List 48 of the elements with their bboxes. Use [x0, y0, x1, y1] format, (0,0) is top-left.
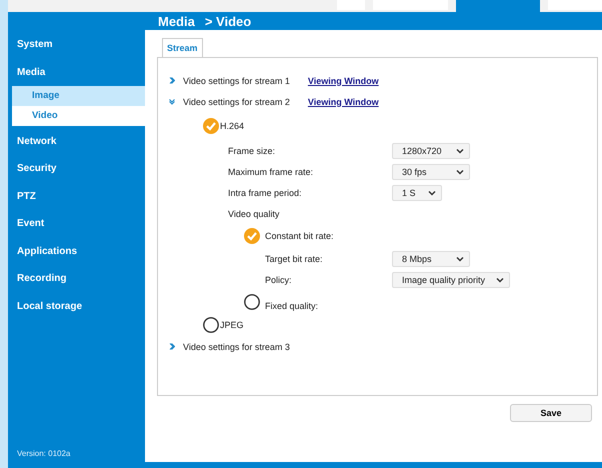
save-button[interactable]: Save: [510, 404, 592, 422]
sidebar-item[interactable]: Local storage: [10, 300, 145, 327]
sidebar-subitem[interactable]: Video: [12, 106, 145, 126]
chevron-down-icon[interactable]: [169, 98, 175, 105]
dropdown[interactable]: Image quality priority: [392, 272, 510, 288]
chevron-right-icon[interactable]: [169, 77, 175, 84]
stream-label: Video settings for stream 3: [183, 342, 290, 352]
sidebar-item[interactable]: Recording: [10, 272, 145, 300]
caret-icon: [428, 190, 436, 196]
field-label: Intra frame period:: [228, 188, 303, 198]
caret-icon: [496, 276, 504, 282]
stream-label: Video settings for stream 2: [183, 96, 290, 106]
tab[interactable]: Stream: [162, 38, 203, 58]
sidebar-item[interactable]: Media: [10, 66, 145, 86]
radio-button[interactable]: [203, 317, 219, 333]
section-label: Video quality: [228, 208, 280, 218]
checked-radio[interactable]: [203, 118, 219, 134]
radio-button[interactable]: [244, 294, 260, 310]
mode-label: Constant bit rate:: [265, 231, 334, 241]
sidebar-item[interactable]: Applications: [10, 244, 145, 272]
version-text: Version: 0102a: [16, 449, 72, 460]
field-label: Maximum frame rate:: [228, 166, 314, 176]
field-label: Target bit rate:: [265, 254, 324, 264]
caret-icon: [456, 168, 464, 174]
stream-label: Video settings for stream 1: [183, 76, 290, 86]
sidebar-item[interactable]: Event: [10, 217, 145, 244]
sidebar-item[interactable]: PTZ: [10, 190, 145, 217]
mode-label: Fixed quality:: [265, 301, 318, 311]
sidebar-item[interactable]: Network: [10, 134, 145, 162]
dropdown[interactable]: 8 Mbps: [392, 250, 470, 266]
breadcrumb: > Video: [204, 14, 252, 28]
sidebar-item[interactable]: Security: [10, 162, 145, 190]
codec-label: JPEG: [220, 320, 244, 330]
caret-icon: [456, 148, 464, 154]
dropdown[interactable]: 1280x720: [392, 142, 470, 158]
caret-icon: [456, 256, 464, 262]
dropdown[interactable]: 1 S: [392, 184, 442, 200]
viewing-window-link[interactable]: Viewing Window: [308, 96, 379, 106]
sidebar-item[interactable]: System: [10, 38, 145, 66]
checked-radio[interactable]: [244, 228, 260, 244]
codec-label: H.264: [220, 121, 244, 131]
viewing-window-link[interactable]: Viewing Window: [308, 76, 379, 86]
field-label: Frame size:: [228, 146, 276, 156]
field-label: Policy:: [265, 274, 293, 284]
dropdown[interactable]: 30 fps: [392, 164, 470, 180]
breadcrumb: Media: [158, 14, 195, 28]
chevron-right-icon[interactable]: [169, 343, 175, 350]
sidebar-subitem[interactable]: Image: [12, 86, 145, 106]
